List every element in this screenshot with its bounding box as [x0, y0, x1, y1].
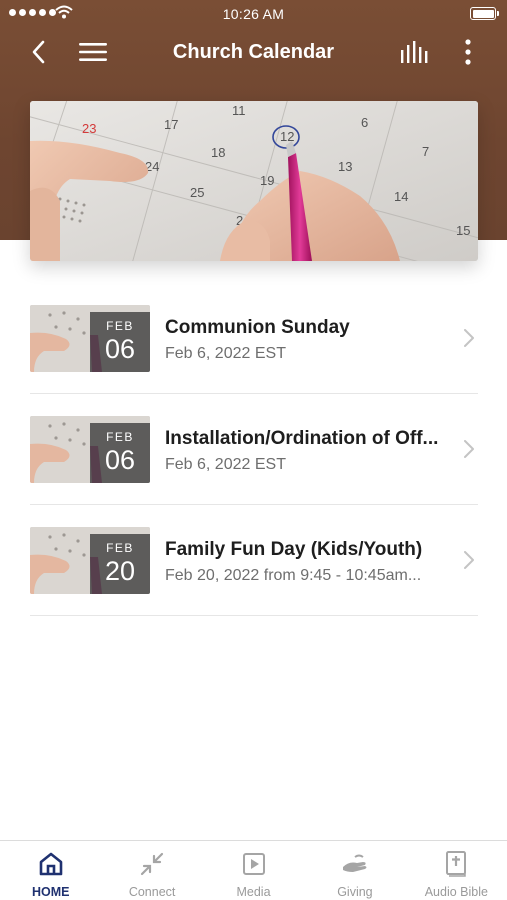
date-month: FEB [106, 541, 134, 555]
date-month: FEB [106, 319, 134, 333]
giving-hand-icon [342, 854, 367, 872]
date-day: 06 [104, 334, 136, 364]
tab-label: Giving [337, 885, 373, 899]
event-row-family-fun-day[interactable]: FEB 20 Family Fun Day (Kids/Youth) Feb 2… [30, 505, 478, 616]
status-time: 10:26 AM [222, 6, 285, 22]
connect-arrows-icon [141, 852, 164, 876]
date-day: 20 [104, 556, 136, 586]
tab-label: HOME [31, 885, 70, 899]
date-badge: FEB 06 [90, 312, 150, 372]
chevron-right-icon [464, 440, 474, 458]
event-date: Feb 20, 2022 from 9:45 - 10:45am... [165, 567, 422, 584]
calendar-number: 7 [422, 144, 429, 159]
calendar-number: 13 [338, 159, 352, 174]
play-icon [242, 853, 265, 875]
event-title: Communion Sunday [165, 317, 350, 338]
back-button[interactable] [20, 30, 56, 74]
event-thumbnail: FEB 20 [30, 527, 150, 594]
battery-icon [470, 7, 499, 20]
calendar-number: 12 [280, 129, 294, 144]
calendar-number: 17 [164, 117, 178, 132]
tab-media[interactable]: Media [203, 841, 304, 900]
more-options-button[interactable] [452, 30, 484, 74]
page-title: Church Calendar [172, 41, 335, 63]
tab-audio-bible[interactable]: Audio Bible [406, 841, 507, 900]
hamburger-menu-icon [79, 43, 107, 61]
event-date: Feb 6, 2022 EST [165, 345, 286, 362]
menu-button[interactable] [74, 30, 112, 74]
event-title: Family Fun Day (Kids/Youth) [165, 539, 423, 560]
calendar-number: 25 [190, 185, 204, 200]
tab-connect[interactable]: Connect [101, 841, 202, 900]
event-list: FEB 06 Communion Sunday Feb 6, 2022 EST … [30, 283, 478, 616]
date-month: FEB [106, 430, 134, 444]
tab-home[interactable]: HOME [0, 841, 101, 900]
calendar-number: 11 [232, 103, 246, 118]
event-date: Feb 6, 2022 EST [165, 456, 286, 473]
chevron-right-icon [464, 329, 474, 347]
calendar-number: 18 [211, 145, 225, 160]
date-day: 06 [104, 445, 136, 475]
back-icon [32, 40, 45, 64]
navigation-bar: Church Calendar [0, 30, 507, 74]
tab-label: Audio Bible [424, 885, 488, 899]
event-row-installation-ordination[interactable]: FEB 06 Installation/Ordination of Off...… [30, 394, 478, 505]
calendar-number: 19 [260, 173, 274, 188]
calendar-number: 15 [456, 223, 470, 238]
tab-label: Connect [128, 885, 176, 899]
calendar-hero-image: 23 17 11 12 6 24 18 13 7 25 19 14 2 15 [30, 101, 478, 261]
event-title: Installation/Ordination of Off... [165, 428, 439, 449]
bottom-tab-bar: HOME Connect Media Giving Audio Bible [0, 840, 507, 900]
date-badge: FEB 06 [90, 423, 150, 483]
tab-giving[interactable]: Giving [304, 841, 405, 900]
more-vertical-icon [465, 39, 471, 65]
event-thumbnail: FEB 06 [30, 416, 150, 483]
event-row-communion-sunday[interactable]: FEB 06 Communion Sunday Feb 6, 2022 EST [30, 283, 478, 394]
bar-chart-icon [401, 41, 428, 63]
event-thumbnail: FEB 06 [30, 305, 150, 372]
tab-label: Media [236, 885, 271, 899]
calendar-number: 6 [361, 115, 368, 130]
calendar-number: 14 [394, 189, 408, 204]
home-icon [39, 852, 63, 876]
stats-button[interactable] [395, 30, 435, 74]
chevron-right-icon [464, 551, 474, 569]
calendar-number: 23 [82, 121, 96, 136]
status-bar: 10:26 AM [0, 0, 507, 28]
bible-icon [446, 851, 467, 877]
date-badge: FEB 20 [90, 534, 150, 594]
